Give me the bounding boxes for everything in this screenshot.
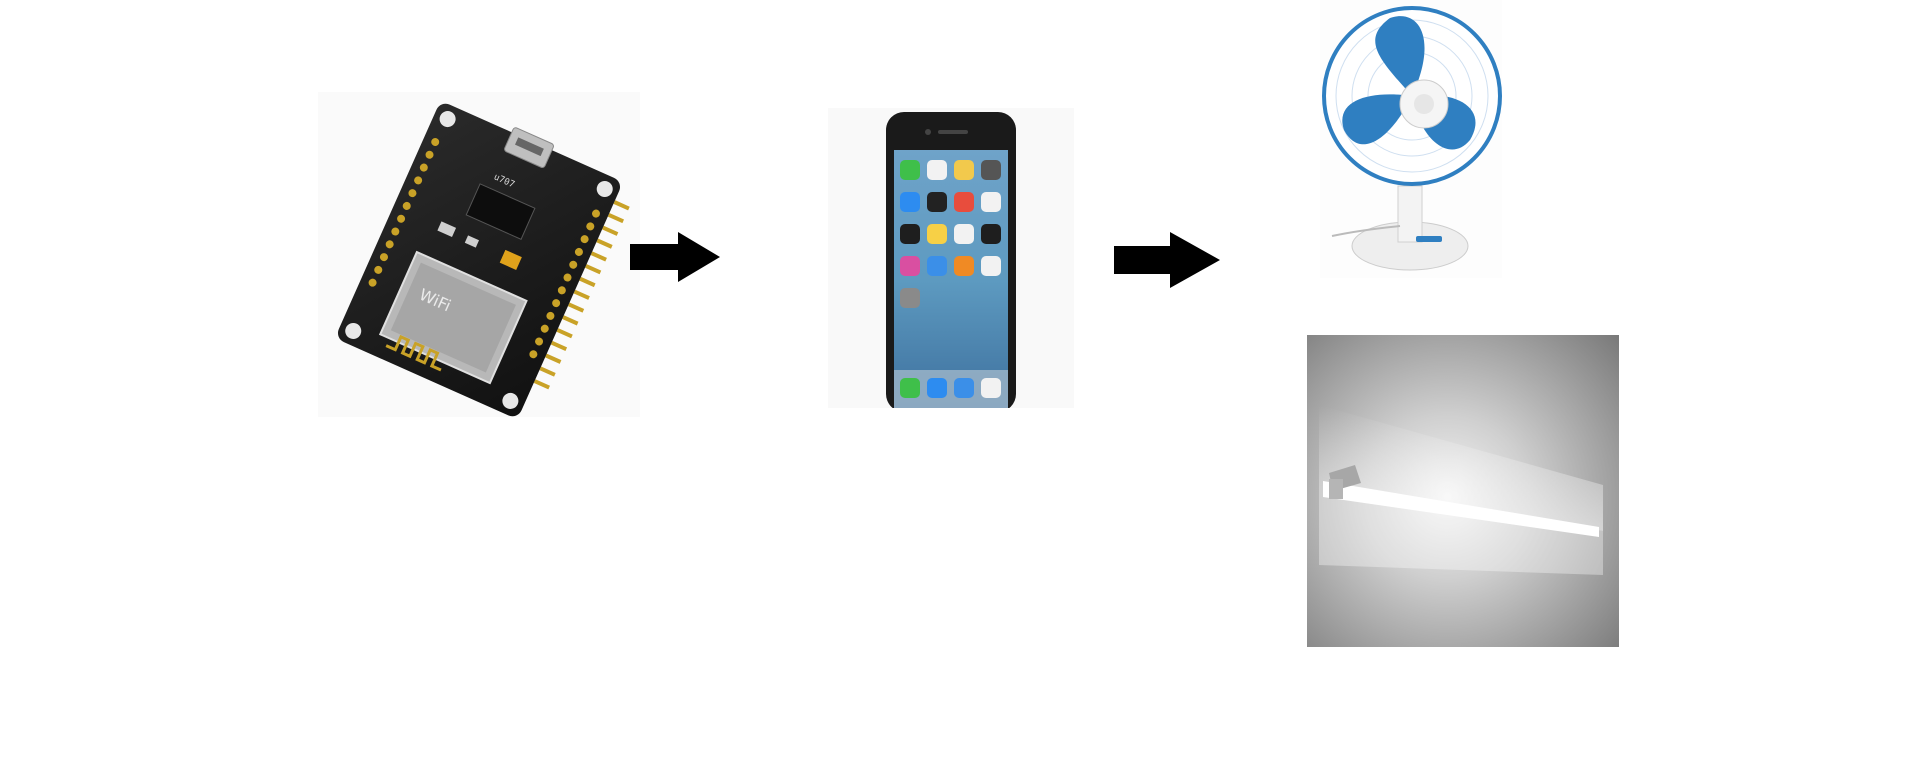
table-fan-icon: [1322, 6, 1502, 271]
arrow-phone-to-devices: [1114, 232, 1220, 288]
smartphone-icon: [886, 112, 1016, 408]
arrow-mcu-to-phone: [630, 232, 720, 282]
led-tube-light-image: [1307, 335, 1619, 647]
table-fan-image: [1320, 0, 1502, 278]
smartphone-image: [828, 108, 1074, 408]
right-arrow-icon: [1114, 232, 1220, 288]
nodemcu-board-image: u707 WiFi: [318, 92, 640, 417]
nodemcu-board-icon: u707 WiFi: [337, 103, 630, 417]
diagram-canvas: { "colors": { "background": "#ffffff", "…: [0, 0, 1914, 765]
right-arrow-icon: [630, 232, 720, 282]
led-tube-light-icon: [1307, 335, 1619, 647]
